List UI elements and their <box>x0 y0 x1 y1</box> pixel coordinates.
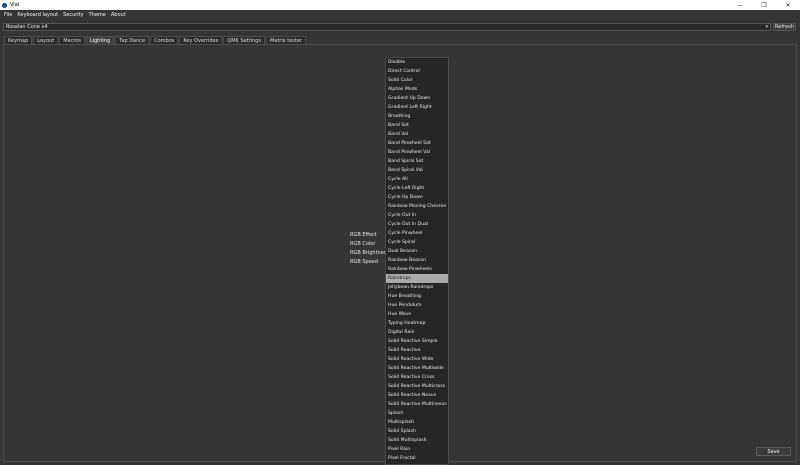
effect-option[interactable]: Cycle Left Right <box>386 184 448 193</box>
effect-option[interactable]: Gradient Left Right <box>386 103 448 112</box>
effect-option[interactable]: Gradient Up Down <box>386 94 448 103</box>
tab-matrix-tester[interactable]: Matrix tester <box>265 36 307 44</box>
tab-combos[interactable]: Combos <box>150 36 179 44</box>
rgb-color-label: RGB Color <box>350 241 376 247</box>
effect-option[interactable]: Solid Reactive Wide <box>386 355 448 364</box>
keyboard-select[interactable]: Rosalan Cone v4 ▾ <box>3 23 771 31</box>
effect-option[interactable]: Pixel Rain <box>386 445 448 454</box>
effect-option[interactable]: Dual Beacon <box>386 247 448 256</box>
rgb-effect-label: RGB Effect <box>350 232 377 238</box>
effect-option[interactable]: Solid Reactive Nexus <box>386 391 448 400</box>
rgb-effect-dropdown-list[interactable]: Disable Direct Control Solid Color Alphas M… <box>385 57 449 465</box>
effect-option[interactable]: Pixel Fractal <box>386 454 448 463</box>
effect-option[interactable]: Solid Reactive Simple <box>386 337 448 346</box>
refresh-button[interactable]: Refresh <box>773 23 796 31</box>
effect-option[interactable]: Band Pinwheel Sat <box>386 139 448 148</box>
tab-bar: Keymap Layout Macros Lighting Tap Dance … <box>4 36 307 44</box>
effect-option[interactable]: Band Val <box>386 130 448 139</box>
effect-option[interactable]: Cycle Pinwheel <box>386 229 448 238</box>
app-logo-icon <box>2 2 7 8</box>
menu-bar: File Keyboard layout Security Theme Abou… <box>0 10 800 19</box>
menu-file[interactable]: File <box>2 12 14 18</box>
keyboard-select-value: Rosalan Cone v4 <box>6 24 48 30</box>
tab-lighting[interactable]: Lighting <box>85 36 115 44</box>
effect-option[interactable]: Rainbow Moving Chevron <box>386 202 448 211</box>
tab-tap-dance[interactable]: Tap Dance <box>115 36 150 44</box>
effect-option[interactable]: Band Sat <box>386 121 448 130</box>
tab-macros[interactable]: Macros <box>59 36 85 44</box>
effect-option[interactable]: Hue Breathing <box>386 292 448 301</box>
chevron-down-icon[interactable]: ▾ <box>765 24 768 30</box>
effect-option[interactable]: Disable <box>386 58 448 67</box>
effect-option[interactable]: Raindrops <box>386 274 448 283</box>
effect-option[interactable]: Cycle Up Down <box>386 193 448 202</box>
effect-option[interactable]: Solid Multisplash <box>386 436 448 445</box>
effect-option[interactable]: Jellybean Raindrops <box>386 283 448 292</box>
rgb-speed-label: RGB Speed <box>350 259 379 265</box>
effect-option[interactable]: Band Spiral Val <box>386 166 448 175</box>
tab-layout[interactable]: Layout <box>33 36 59 44</box>
effect-option[interactable]: Direct Control <box>386 67 448 76</box>
save-button[interactable]: Save <box>756 447 791 456</box>
effect-option[interactable]: Band Pinwheel Val <box>386 148 448 157</box>
title-bar: Vial — ❐ ✕ <box>0 0 800 10</box>
effect-option[interactable]: Hue Wave <box>386 310 448 319</box>
effect-option[interactable]: Cycle All <box>386 175 448 184</box>
close-icon[interactable]: ✕ <box>776 0 800 10</box>
tab-qmk-settings[interactable]: QMK Settings <box>223 36 265 44</box>
effect-option[interactable]: Rainbow Pinwheels <box>386 265 448 274</box>
effect-option[interactable]: Solid Splash <box>386 427 448 436</box>
effect-option[interactable]: Alphas Mods <box>386 85 448 94</box>
menu-security[interactable]: Security <box>61 12 86 18</box>
effect-option[interactable]: Digital Rain <box>386 328 448 337</box>
menu-about[interactable]: About <box>109 12 128 18</box>
effect-option[interactable]: Solid Reactive <box>386 346 448 355</box>
tab-keymap[interactable]: Keymap <box>4 36 33 44</box>
effect-option[interactable]: Rainbow Beacon <box>386 256 448 265</box>
effect-option[interactable]: Cycle Out In Dual <box>386 220 448 229</box>
effect-option[interactable]: Breathing <box>386 112 448 121</box>
maximize-icon[interactable]: ❐ <box>752 0 776 10</box>
effect-option[interactable]: Cycle Out In <box>386 211 448 220</box>
effect-option[interactable]: Cycle Spiral <box>386 238 448 247</box>
effect-option[interactable]: Solid Reactive Multiwide <box>386 364 448 373</box>
effect-option[interactable]: Solid Reactive Cross <box>386 373 448 382</box>
effect-option[interactable]: Hue Pendulum <box>386 301 448 310</box>
rgb-settings-labels: RGB Effect RGB Color RGB Brightness RGB … <box>350 231 389 267</box>
effect-option[interactable]: Splash <box>386 409 448 418</box>
menu-keyboard-layout[interactable]: Keyboard layout <box>15 12 60 18</box>
effect-option[interactable]: Typing Heatmap <box>386 319 448 328</box>
window-title: Vial <box>10 2 20 8</box>
rgb-brightness-label: RGB Brightness <box>350 250 390 256</box>
effect-option[interactable]: Solid Color <box>386 76 448 85</box>
menu-theme[interactable]: Theme <box>87 12 108 18</box>
window-controls: — ❐ ✕ <box>728 0 800 10</box>
effect-option[interactable]: Multisplash <box>386 418 448 427</box>
tab-key-overrides[interactable]: Key Overrides <box>179 36 223 44</box>
effect-option[interactable]: Solid Reactive Multinexus <box>386 400 448 409</box>
minimize-icon[interactable]: — <box>728 0 752 10</box>
effect-option[interactable]: Solid Reactive Multicross <box>386 382 448 391</box>
effect-option[interactable]: Band Spiral Sat <box>386 157 448 166</box>
